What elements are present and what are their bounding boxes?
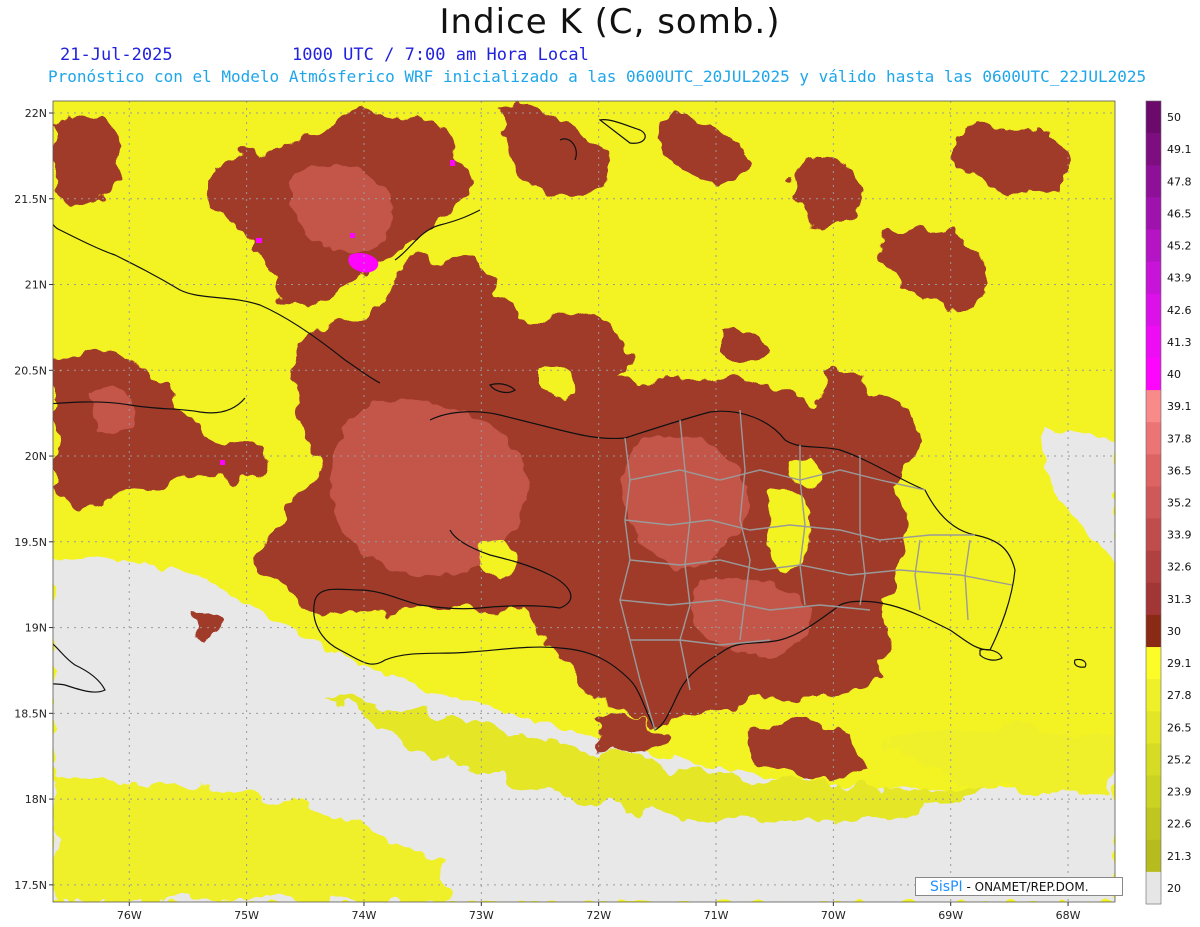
colorbar-swatch bbox=[1146, 422, 1161, 455]
colorbar-label: 39.1 bbox=[1167, 400, 1192, 413]
lon-tick-label: 73W bbox=[469, 909, 494, 922]
colorbar-swatch bbox=[1146, 165, 1161, 198]
lat-tick-label: 19N bbox=[25, 622, 47, 635]
colorbar-label: 41.3 bbox=[1167, 336, 1192, 349]
colorbar-label: 49.1 bbox=[1167, 143, 1192, 156]
lat-tick-label: 22N bbox=[25, 107, 47, 120]
colorbar-swatch bbox=[1146, 229, 1161, 263]
lon-tick-label: 74W bbox=[352, 909, 377, 922]
colorbar-label: 37.8 bbox=[1167, 432, 1192, 445]
colorbar-label: 33.9 bbox=[1167, 529, 1192, 542]
colorbar-swatch bbox=[1146, 614, 1161, 648]
lat-tick-label: 21N bbox=[25, 279, 47, 292]
lon-tick-label: 75W bbox=[234, 909, 259, 922]
sispi-logo: SisPI bbox=[930, 879, 963, 895]
colorbar-swatch bbox=[1146, 743, 1161, 777]
colorbar-swatch bbox=[1146, 101, 1161, 134]
colorbar-swatch bbox=[1146, 261, 1161, 295]
colorbar-swatch bbox=[1146, 486, 1161, 520]
colorbar-swatch bbox=[1146, 325, 1161, 359]
map-figure: 22N 21.5N 21N 20.5N 20N 19.5N 19N 18.5N 18N 17.5N… bbox=[14, 100, 1192, 922]
colorbar-swatch bbox=[1146, 647, 1161, 680]
latitude-axis: 22N 21.5N 21N 20.5N 20N 19.5N 19N 18.5N 18N 17.5N bbox=[14, 107, 53, 892]
colorbar-label: 45.2 bbox=[1167, 240, 1192, 253]
colorbar-swatch bbox=[1146, 518, 1161, 552]
colorbar-label: 47.8 bbox=[1167, 175, 1192, 188]
colorbar-label: 50 bbox=[1167, 111, 1181, 124]
colorbar-label: 32.6 bbox=[1167, 561, 1192, 574]
lon-tick-label: 69W bbox=[938, 909, 963, 922]
colorbar-swatch bbox=[1146, 871, 1161, 905]
colorbar-label: 31.3 bbox=[1167, 593, 1192, 606]
colorbar-label: 29.1 bbox=[1167, 657, 1192, 670]
colorbar-swatch bbox=[1146, 807, 1161, 841]
lon-tick-label: 71W bbox=[704, 909, 729, 922]
colorbar-swatch bbox=[1146, 197, 1161, 230]
colorbar-swatch bbox=[1146, 390, 1161, 423]
colorbar-swatch bbox=[1146, 133, 1161, 166]
colorbar-swatch bbox=[1146, 454, 1161, 487]
colorbar-label: 23.9 bbox=[1167, 786, 1192, 799]
colorbar-label: 27.8 bbox=[1167, 689, 1192, 702]
lat-tick-label: 18.5N bbox=[14, 707, 47, 720]
colorbar-label: 20 bbox=[1167, 882, 1181, 895]
map-plot-area bbox=[53, 101, 1115, 902]
colorbar-label: 22.6 bbox=[1167, 818, 1192, 831]
colorbar-label: 36.5 bbox=[1167, 464, 1192, 477]
colorbar-label: 42.6 bbox=[1167, 304, 1192, 317]
colorbar-swatch bbox=[1146, 550, 1161, 584]
credit-text: - ONAMET/REP.DOM. bbox=[966, 880, 1089, 894]
colorbar-label: 40 bbox=[1167, 368, 1181, 381]
lon-tick-label: 68W bbox=[1056, 909, 1081, 922]
lat-tick-label: 20N bbox=[25, 450, 47, 463]
colorbar-swatch bbox=[1146, 775, 1161, 809]
lat-tick-label: 17.5N bbox=[14, 879, 47, 892]
lat-tick-label: 20.5N bbox=[14, 364, 47, 377]
colorbar-swatch bbox=[1146, 293, 1161, 327]
colorbar-swatch bbox=[1146, 839, 1161, 873]
colorbar-swatch bbox=[1146, 679, 1161, 712]
lon-tick-label: 76W bbox=[117, 909, 142, 922]
colorbar-label: 21.3 bbox=[1167, 850, 1192, 863]
colorbar: 50 49.1 47.8 46.5 45.2 43.9 42.6 41.3 40 39.1 37.8… bbox=[1145, 100, 1192, 905]
colorbar-label: 35.2 bbox=[1167, 497, 1192, 510]
colorbar-label: 26.5 bbox=[1167, 721, 1192, 734]
colorbar-swatch bbox=[1146, 711, 1161, 744]
lon-tick-label: 72W bbox=[586, 909, 611, 922]
credit-box: SisPI - ONAMET/REP.DOM. bbox=[915, 877, 1123, 896]
colorbar-label: 25.2 bbox=[1167, 753, 1192, 766]
colorbar-label: 46.5 bbox=[1167, 207, 1192, 220]
lon-tick-label: 70W bbox=[821, 909, 846, 922]
lat-tick-label: 18N bbox=[25, 793, 47, 806]
longitude-axis: 76W 75W 74W 73W 72W 71W 70W 69W 68W bbox=[117, 902, 1081, 922]
colorbar-label: 30 bbox=[1167, 625, 1181, 638]
colorbar-swatch bbox=[1146, 582, 1161, 616]
lat-tick-label: 19.5N bbox=[14, 536, 47, 549]
lat-tick-label: 21.5N bbox=[14, 193, 47, 206]
colorbar-label: 43.9 bbox=[1167, 272, 1192, 285]
colorbar-swatch bbox=[1146, 357, 1161, 391]
